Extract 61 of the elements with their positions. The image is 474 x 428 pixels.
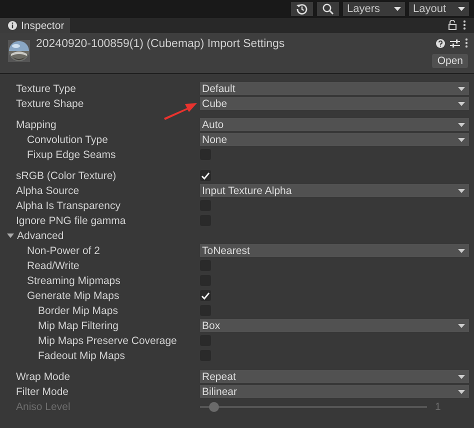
field-label: Wrap Mode xyxy=(16,370,70,382)
field-label: Read/Write xyxy=(27,260,80,272)
search-button[interactable] xyxy=(317,2,339,16)
dropdown-field[interactable]: None xyxy=(200,133,469,146)
caret-icon xyxy=(394,7,401,11)
layout-dropdown[interactable]: Layout xyxy=(409,2,469,16)
field-label: Convolution Type xyxy=(27,134,108,146)
lock-icon[interactable] xyxy=(448,20,457,30)
tab-label: Inspector xyxy=(21,20,64,32)
field-label: Alpha Source xyxy=(16,184,80,196)
caret-icon xyxy=(458,324,465,328)
caret-icon xyxy=(458,390,465,394)
field-label: Mapping xyxy=(16,118,56,130)
field-label: Filter Mode xyxy=(16,386,69,398)
caret-icon xyxy=(458,7,465,11)
inspector-tab[interactable]: Inspector xyxy=(0,18,70,33)
caret-icon xyxy=(458,138,465,142)
dropdown-field[interactable]: Default xyxy=(200,82,469,95)
field-label: Mip Maps Preserve Coverage xyxy=(38,334,177,346)
info-icon xyxy=(8,21,17,30)
field-label: Border Mip Maps xyxy=(38,304,118,316)
sliders-icon[interactable] xyxy=(450,38,460,48)
caret-icon xyxy=(458,188,465,192)
field-label: Fixup Edge Seams xyxy=(27,148,116,160)
dropdown-field[interactable]: Bilinear xyxy=(200,385,469,398)
field-label: Alpha Is Transparency xyxy=(16,200,120,212)
field-label: Non-Power of 2 xyxy=(27,244,100,256)
caret-icon xyxy=(458,102,465,106)
field-label: Generate Mip Maps xyxy=(27,290,120,302)
field-label: Mip Map Filtering xyxy=(38,320,119,332)
field-label: Fadeout Mip Maps xyxy=(38,350,125,362)
layers-dropdown[interactable]: Layers xyxy=(343,2,405,16)
import-settings-title: 20240920-100859(1) (Cubemap) Import Settings xyxy=(36,38,286,52)
dropdown-field[interactable]: Repeat xyxy=(200,370,469,383)
dropdown-field[interactable]: Input Texture Alpha xyxy=(200,184,469,197)
field-label: Texture Type xyxy=(16,82,76,94)
checkbox[interactable] xyxy=(200,170,211,181)
more-icon[interactable] xyxy=(465,38,468,48)
dropdown-field[interactable]: Cube xyxy=(200,97,469,110)
history-icon xyxy=(296,3,308,15)
field-label: Ignore PNG file gamma xyxy=(16,214,126,226)
search-icon xyxy=(322,3,334,15)
open-button[interactable]: Open xyxy=(432,54,468,68)
caret-icon xyxy=(458,248,465,252)
help-icon[interactable] xyxy=(436,38,445,48)
field-label: Texture Shape xyxy=(16,98,84,110)
foldout-arrow-icon[interactable] xyxy=(7,232,14,239)
more-icon[interactable] xyxy=(463,20,466,30)
caret-icon xyxy=(458,122,465,126)
field-label: Advanced xyxy=(17,230,64,242)
dropdown-field[interactable]: Auto xyxy=(200,118,469,131)
caret-icon xyxy=(458,86,465,90)
dropdown-field[interactable]: ToNearest xyxy=(200,244,469,257)
field-label: Streaming Mipmaps xyxy=(27,274,120,286)
history-button[interactable] xyxy=(291,2,313,16)
dropdown-field[interactable]: Box xyxy=(200,319,469,332)
caret-icon xyxy=(458,374,465,378)
checkbox[interactable] xyxy=(200,290,211,301)
checkmark-icon xyxy=(201,292,210,300)
field-label: sRGB (Color Texture) xyxy=(16,170,116,182)
checkmark-icon xyxy=(201,172,210,180)
